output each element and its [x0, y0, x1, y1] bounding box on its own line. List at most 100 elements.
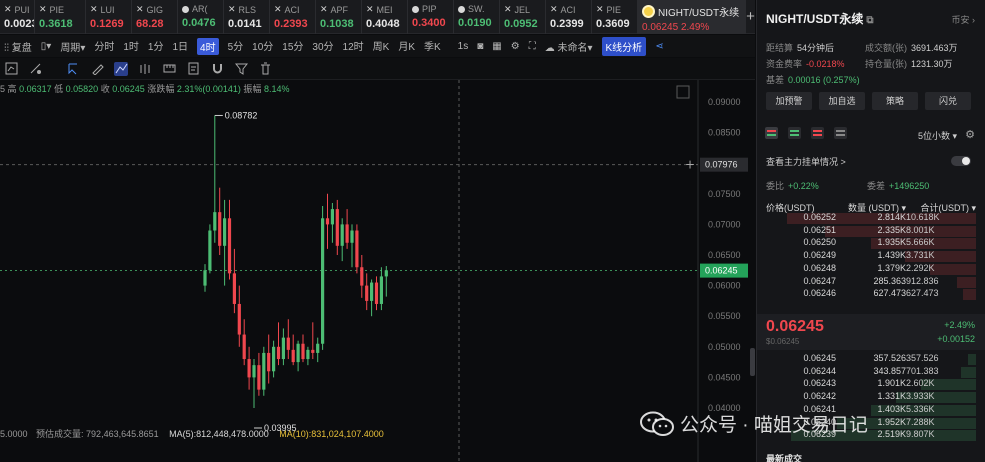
latest-trades-tab[interactable]: 最新成交 — [766, 452, 802, 462]
panel-action-button[interactable]: 加预警 — [766, 92, 812, 110]
ticker-tab[interactable]: ✕ RLS 0.0141 — [224, 0, 270, 34]
magnet-icon[interactable] — [210, 62, 224, 76]
indicator-icon[interactable] — [4, 62, 18, 76]
bid-row[interactable]: 0.06244 343.857 701.383 — [766, 366, 976, 379]
panel-action-button[interactable]: 闪兑 — [925, 92, 971, 110]
candle-style-button[interactable]: ▯▾ — [41, 41, 52, 52]
close-icon[interactable]: ✕ — [136, 4, 144, 15]
cursor-icon[interactable] — [66, 62, 80, 76]
close-icon[interactable]: ✕ — [504, 4, 512, 15]
panel-action-button[interactable]: 策略 — [872, 92, 918, 110]
ticker-tab[interactable]: ✕ GIG 68.28 — [132, 0, 178, 34]
interval-option[interactable]: 1日 — [172, 38, 188, 55]
fullscreen-icon[interactable]: ⛶ — [529, 41, 536, 52]
orderbook-depth-icon[interactable] — [834, 127, 847, 139]
panel-action-button[interactable]: 加自选 — [819, 92, 865, 110]
interval-option[interactable]: 1分 — [148, 38, 164, 55]
pencil-icon[interactable] — [90, 62, 104, 76]
orderbook-bids-icon[interactable] — [788, 127, 801, 139]
interval-option[interactable]: 周K — [373, 38, 390, 55]
exchange-selector[interactable]: 币安 › — [951, 13, 975, 26]
ruler-icon[interactable] — [162, 62, 176, 76]
active-ticker-tab[interactable]: NIGHT/USDT永续 0.06245 2.49% — [638, 0, 746, 34]
ticker-tab[interactable]: ✕ PUI 0.0023 — [0, 0, 35, 34]
ob-price: 0.06242 — [803, 391, 836, 402]
interval-option[interactable]: 15分 — [282, 38, 303, 55]
settings-icon[interactable]: ⚙ — [511, 41, 520, 52]
bid-row[interactable]: 0.06240 1.952K 7.288K — [766, 417, 976, 430]
main-force-orders-link[interactable]: 查看主力挂单情况 > — [766, 155, 846, 168]
interval-option[interactable]: 12时 — [343, 38, 364, 55]
filter-icon[interactable] — [234, 62, 248, 76]
close-icon[interactable]: ✕ — [596, 4, 604, 15]
price-chart[interactable]: 0.090000.085000.080000.075000.070000.065… — [0, 80, 755, 462]
close-icon[interactable]: ✕ — [90, 4, 98, 15]
interval-option[interactable]: 4时 — [197, 37, 219, 55]
period-button[interactable]: 周期▾ — [60, 39, 85, 54]
interval-option[interactable]: 月K — [398, 38, 415, 55]
ticker-tab[interactable]: PIP 0.3400 — [408, 0, 454, 34]
ob-qty: 357.526 — [873, 353, 906, 363]
ticker-tab[interactable]: ✕ JEL 0.0952 — [500, 0, 546, 34]
tab-symbol: LUI — [100, 4, 115, 15]
interval-option[interactable]: 季K — [424, 38, 441, 55]
ask-row[interactable]: 0.06250 1.935K 5.666K — [766, 237, 976, 250]
one-second-button[interactable]: 1s — [458, 41, 469, 52]
interval-option[interactable]: 1时 — [123, 38, 139, 55]
replay-button[interactable]: ⫶⫶ 复盘 — [4, 39, 32, 54]
close-icon[interactable]: ✕ — [4, 4, 12, 15]
share-icon[interactable]: ⋖ — [655, 41, 663, 52]
channel-icon[interactable] — [138, 62, 152, 76]
ticker-tab[interactable]: ✕ ACI 0.2393 — [270, 0, 316, 34]
trash-icon[interactable] — [258, 62, 272, 76]
orderbook-asks-icon[interactable] — [811, 127, 824, 139]
gear-icon[interactable]: ⚙ — [965, 128, 975, 141]
ask-row[interactable]: 0.06247 285.363 912.836 — [766, 276, 976, 289]
ticker-tab[interactable]: ✕ APF 0.1038 — [316, 0, 362, 34]
ticker-tab[interactable]: ✕ PIE 0.3618 — [35, 0, 86, 34]
close-icon[interactable]: ✕ — [228, 4, 236, 15]
k-analysis-button[interactable]: K线分析 — [601, 36, 647, 56]
add-tab-button[interactable]: + — [746, 0, 755, 33]
ticker-tab[interactable]: ✕ PIE 0.3609 — [592, 0, 638, 34]
ask-row[interactable]: 0.06248 1.379K 2.292K — [766, 263, 976, 276]
bid-row[interactable]: 0.06241 1.403K 5.336K — [766, 404, 976, 417]
main-force-toggle[interactable] — [951, 156, 971, 166]
bid-row[interactable]: 0.06242 1.331K 3.933K — [766, 391, 976, 404]
ask-row[interactable]: 0.06246 627.473 627.473 — [766, 288, 976, 301]
cloud-layout-button[interactable]: ☁ 未命名▾ — [545, 39, 593, 54]
bid-row[interactable]: 0.06243 1.901K 2.602K — [766, 378, 976, 391]
ask-row[interactable]: 0.06249 1.439K 3.731K — [766, 250, 976, 263]
draw-toggle-icon[interactable] — [28, 62, 42, 76]
close-icon[interactable]: ✕ — [550, 4, 558, 15]
close-icon[interactable]: ✕ — [366, 4, 374, 15]
copy-icon[interactable]: ⧉ — [866, 15, 873, 26]
close-icon[interactable]: ✕ — [39, 4, 47, 15]
ticker-tab[interactable]: AR(0.0476 — [178, 0, 224, 34]
camera-icon[interactable]: ◙ — [477, 41, 483, 52]
ob-qty: 1.331K — [877, 391, 906, 402]
bid-row[interactable]: 0.06245 357.526 357.526 — [766, 353, 976, 366]
decimals-select[interactable]: 5位小数 ▾ — [918, 129, 957, 142]
note-icon[interactable] — [186, 62, 200, 76]
interval-option[interactable]: 10分 — [252, 38, 273, 55]
ticker-tab[interactable]: SW. 0.0190 — [454, 0, 500, 34]
trendline-icon[interactable] — [114, 61, 128, 76]
ticker-tab[interactable]: ✕ LUI 0.1269 — [86, 0, 132, 34]
tab-price: 68.28 — [136, 18, 164, 30]
ask-row[interactable]: 0.06252 2.814K 10.618K — [766, 212, 976, 225]
layout-icon[interactable]: ▦ — [492, 41, 501, 52]
ticker-tab[interactable]: ✕ MEI 0.4048 — [362, 0, 408, 34]
close-icon[interactable]: ✕ — [274, 4, 282, 15]
ask-row[interactable]: 0.06251 2.335K 8.001K — [766, 225, 976, 238]
interval-option[interactable]: 分时 — [94, 38, 114, 55]
bid-row[interactable]: 0.06239 2.519K 9.807K — [766, 429, 976, 442]
ticker-tab[interactable]: ✕ ACI 0.2399 — [546, 0, 592, 34]
ob-price: 0.06247 — [803, 275, 836, 286]
interval-option[interactable]: 5分 — [228, 38, 244, 55]
orderbook-both-icon[interactable] — [765, 127, 778, 139]
interval-option[interactable]: 30分 — [312, 38, 333, 55]
candle-body — [227, 218, 232, 274]
close-icon[interactable]: ✕ — [320, 4, 328, 15]
ob-total: 912.836 — [906, 275, 939, 286]
